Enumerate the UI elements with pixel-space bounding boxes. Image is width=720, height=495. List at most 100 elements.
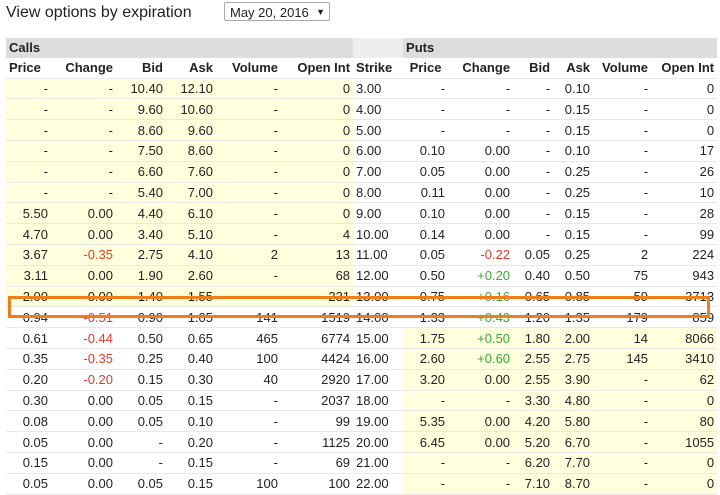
call-open-int: 2037 xyxy=(281,390,354,412)
table-row[interactable]: 0.30 0.00 0.05 0.15-2037 18.00- -3.30 4.80-0 xyxy=(6,390,718,412)
call-volume: - xyxy=(216,410,281,433)
strike[interactable]: 16.00 xyxy=(353,348,404,370)
call-bid: 9.60 xyxy=(116,98,166,121)
table-row[interactable]: - -7.50 8.60-0 6.00 0.10 0.00-0.10-17 xyxy=(6,140,718,162)
strike[interactable]: 5.00 xyxy=(353,119,404,141)
put-bid: - xyxy=(513,78,554,100)
put-ask: 2.00 xyxy=(553,327,594,349)
strike[interactable]: 9.00 xyxy=(353,202,404,225)
table-row[interactable]: - -8.60 9.60-0 5.00- - -0.15-0 xyxy=(6,119,718,141)
put-bid: 6.20 xyxy=(513,452,554,474)
table-row[interactable]: - -10.40 12.10-0 3.00- - -0.10-0 xyxy=(6,78,718,100)
put-volume: 145 xyxy=(593,348,652,370)
put-volume: - xyxy=(593,140,652,162)
put-bid: 0.65 xyxy=(513,286,554,308)
strike[interactable]: 10.00 xyxy=(353,223,404,245)
table-row-highlighted[interactable]: 0.94 -0.51 0.90 1.05 141 1519 14.00 1.33 +0.43 1.… xyxy=(6,306,718,329)
call-change: -0.44 xyxy=(51,327,116,349)
put-price: - xyxy=(403,119,449,141)
column-header-call-ask[interactable]: Ask xyxy=(166,57,216,79)
put-bid: 1.20 xyxy=(513,306,554,329)
put-open-int: 26 xyxy=(651,161,718,183)
expiration-select[interactable]: May 20, 2016 ▼ xyxy=(224,2,330,21)
table-row[interactable]: 0.61 -0.44 0.50 0.65 465 6774 15.00 1.75 +0.50 1.… xyxy=(6,327,718,349)
chevron-down-icon: ▼ xyxy=(316,7,325,17)
column-header-put-open-int[interactable]: Open Int xyxy=(651,57,718,79)
strike[interactable]: 12.00 xyxy=(353,265,404,287)
call-volume: - xyxy=(216,431,281,453)
strike[interactable]: 15.00 xyxy=(353,327,404,349)
put-price: 5.35 xyxy=(403,410,449,433)
put-volume: - xyxy=(593,119,652,141)
strike[interactable]: 20.00 xyxy=(353,431,404,453)
column-header-put-volume[interactable]: Volume xyxy=(593,57,652,79)
strike[interactable]: 13.00 xyxy=(353,286,404,308)
table-row[interactable]: 0.20 -0.20 0.15 0.30 40 2920 17.00 3.20 0.00 2.55… xyxy=(6,369,718,391)
put-bid: 4.20 xyxy=(513,410,554,433)
call-ask: 7.60 xyxy=(166,161,216,183)
strike[interactable]: 21.00 xyxy=(353,452,404,474)
table-row[interactable]: 0.08 0.00 0.05 0.10-99 19.00 5.35 0.00 4.20 5.80… xyxy=(6,410,718,433)
column-header-call-price[interactable]: Price xyxy=(6,57,51,79)
expiration-bar: View options by expiration May 20, 2016 … xyxy=(6,0,706,30)
strike[interactable]: 19.00 xyxy=(353,410,404,433)
table-row[interactable]: 0.35 -0.35 0.25 0.40 100 4424 16.00 2.60 +0.60 2.… xyxy=(6,348,718,370)
call-bid: 0.90 xyxy=(116,306,166,329)
table-row[interactable]: 0.05 0.00 0.05 0.15 100 100 22.00- -7.10 8.70-0 xyxy=(6,473,718,495)
call-price: 0.94 xyxy=(6,306,51,329)
put-volume: - xyxy=(593,410,652,433)
strike[interactable]: 7.00 xyxy=(353,161,404,183)
call-volume: - xyxy=(216,140,281,162)
table-row[interactable]: - -5.40 7.00-0 8.00 0.11 0.00-0.25-10 xyxy=(6,182,718,204)
put-bid: 2.55 xyxy=(513,369,554,391)
table-row[interactable]: 4.70 0.00 3.40 5.10-4 10.00 0.14 0.00-0.15-99 xyxy=(6,223,718,245)
column-header-call-open-int[interactable]: Open Int xyxy=(281,57,354,79)
call-change: 0.00 xyxy=(51,223,116,245)
put-change: +0.43 xyxy=(448,306,514,329)
column-header-put-change[interactable]: Change xyxy=(448,57,514,79)
call-open-int: 1125 xyxy=(281,431,354,453)
table-row[interactable]: 0.05 0.00-0.20-1125 20.00 6.45 0.00 5.20 6.70-… xyxy=(6,431,718,453)
column-header-call-change[interactable]: Change xyxy=(51,57,116,79)
column-header-put-price[interactable]: Price xyxy=(403,57,449,79)
put-open-int: 62 xyxy=(651,369,718,391)
strike[interactable]: 18.00 xyxy=(353,390,404,412)
column-header-strike[interactable]: Strike xyxy=(353,57,404,79)
strike[interactable]: 17.00 xyxy=(353,369,404,391)
strike[interactable]: 22.00 xyxy=(353,473,404,495)
strike[interactable]: 6.00 xyxy=(353,140,404,162)
put-bid: - xyxy=(513,223,554,245)
put-bid: - xyxy=(513,140,554,162)
put-volume: 2 xyxy=(593,244,652,266)
strike[interactable]: 8.00 xyxy=(353,182,404,204)
column-header-put-bid[interactable]: Bid xyxy=(513,57,554,79)
put-volume: - xyxy=(593,390,652,412)
call-volume: - xyxy=(216,161,281,183)
table-row[interactable]: 3.11 0.00 1.90 2.60-68 12.00 0.50 +0.20 0.40 0.5… xyxy=(6,265,718,287)
strike[interactable]: 3.00 xyxy=(353,78,404,100)
put-change: -0.22 xyxy=(448,244,514,266)
table-row[interactable]: 5.50 0.00 4.40 6.10-0 9.00 0.10 0.00-0.15-28 xyxy=(6,202,718,225)
table-row[interactable]: 3.67 -0.35 2.75 4.10 2 13 11.00 0.05 -0.22 0.05 0.… xyxy=(6,244,718,266)
call-ask: 0.10 xyxy=(166,410,216,433)
table-row[interactable]: 2.00 0.00 1.40 1.55-231 13.00 0.75 +0.16 0.65 0.… xyxy=(6,286,718,308)
put-price: - xyxy=(403,390,449,412)
put-ask: 7.70 xyxy=(553,452,594,474)
call-volume: - xyxy=(216,119,281,141)
call-volume: - xyxy=(216,98,281,121)
strike[interactable]: 4.00 xyxy=(353,98,404,121)
column-header-call-bid[interactable]: Bid xyxy=(116,57,166,79)
strike[interactable]: 14.00 xyxy=(353,306,404,329)
column-header-call-volume[interactable]: Volume xyxy=(216,57,281,79)
put-open-int: 10 xyxy=(651,182,718,204)
table-row[interactable]: - -6.60 7.60-0 7.00 0.05 0.00-0.25-26 xyxy=(6,161,718,183)
put-volume: - xyxy=(593,452,652,474)
column-header-put-ask[interactable]: Ask xyxy=(553,57,594,79)
call-price: - xyxy=(6,78,51,100)
table-row[interactable]: - -9.60 10.60-0 4.00- - -0.15-0 xyxy=(6,98,718,121)
strike[interactable]: 11.00 xyxy=(353,244,404,266)
put-ask: 0.15 xyxy=(553,98,594,121)
table-row[interactable]: 0.15 0.00-0.15-69 21.00- -6.20 7.70-0 xyxy=(6,452,718,474)
put-price: - xyxy=(403,473,449,495)
call-price: 3.67 xyxy=(6,244,51,266)
